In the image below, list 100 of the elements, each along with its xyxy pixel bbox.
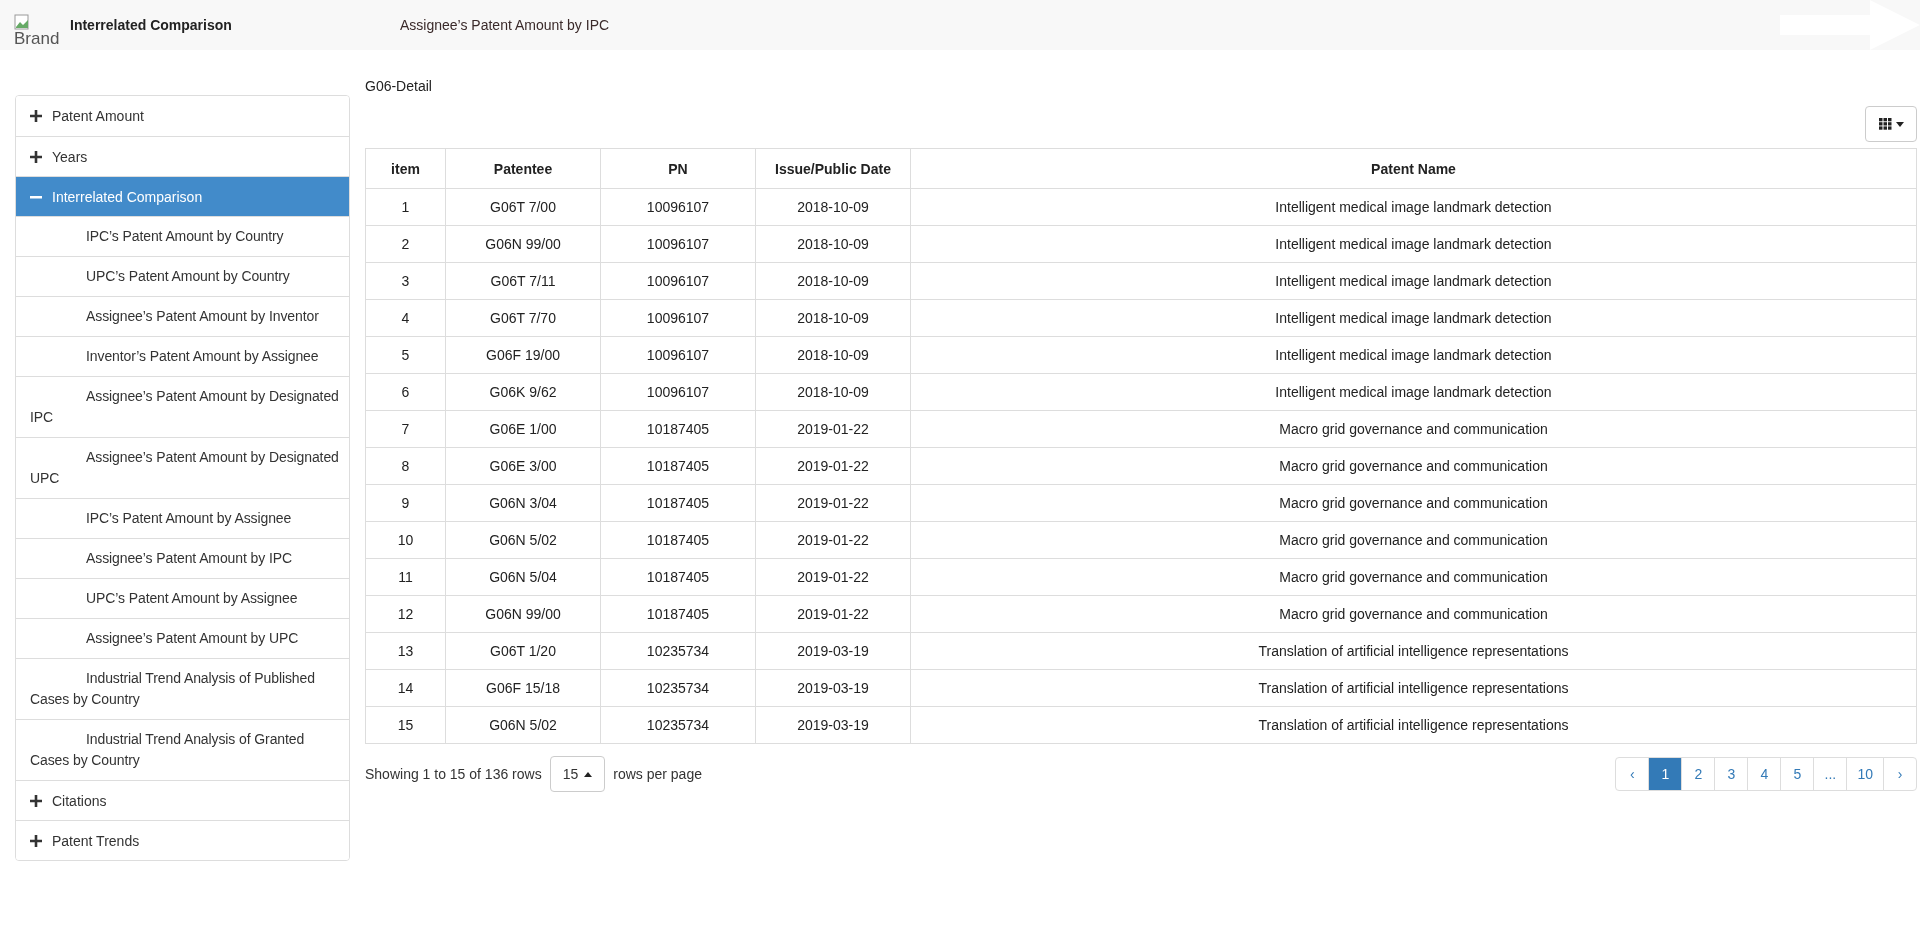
table-cell: 2019-01-22 — [755, 410, 911, 448]
table-cell: 13 — [365, 632, 446, 670]
table-cell: Intelligent medical image landmark detection — [910, 299, 1917, 337]
detail-title: G06-Detail — [365, 78, 433, 94]
table-cell: 2018-10-09 — [755, 336, 911, 374]
table-cell: 10235734 — [600, 669, 756, 707]
page-size-button[interactable]: 15 — [549, 756, 606, 792]
table-cell: 2019-03-19 — [755, 669, 911, 707]
table-cell: Macro grid governance and communication — [910, 558, 1917, 596]
sidebar-subitem[interactable]: UPC’s Patent Amount by Assignee — [16, 578, 349, 618]
table-cell: 14 — [365, 669, 446, 707]
table-cell: 2019-01-22 — [755, 447, 911, 485]
table-cell: 2018-10-09 — [755, 299, 911, 337]
table-cell: 10096107 — [600, 299, 756, 337]
page-link[interactable]: ... — [1813, 757, 1848, 791]
table-cell: 10187405 — [600, 558, 756, 596]
table-cell: 10187405 — [600, 595, 756, 633]
broken-image-icon — [14, 13, 30, 30]
rows-summary: Showing 1 to 15 of 136 rows — [365, 766, 542, 782]
table-cell: 2018-10-09 — [755, 373, 911, 411]
grid-icon — [1878, 118, 1892, 130]
caret-icon — [584, 771, 593, 777]
table-cell: 10096107 — [600, 262, 756, 300]
page-link[interactable]: 1 — [1648, 757, 1683, 791]
table-cell: Intelligent medical image landmark detection — [910, 336, 1917, 374]
table-cell: G06N 3/04 — [445, 484, 601, 522]
page-link[interactable]: 3 — [1714, 757, 1749, 791]
page-title: Interrelated Comparison — [70, 17, 233, 33]
table-cell: G06E 1/00 — [445, 410, 601, 448]
table-cell: G06F 15/18 — [445, 669, 601, 707]
table-cell: G06F 19/00 — [445, 336, 601, 374]
sidebar-subitem[interactable]: Assignee’s Patent Amount by Designated UPC — [16, 437, 349, 498]
table-cell: 10187405 — [600, 521, 756, 559]
sidebar-subitem[interactable]: Assignee’s Patent Amount by IPC — [16, 538, 349, 578]
table-cell: 10096107 — [600, 188, 756, 226]
table-cell: 10187405 — [600, 447, 756, 485]
page-link[interactable]: 5 — [1780, 757, 1815, 791]
table-cell: 5 — [365, 336, 446, 374]
table-cell: 2018-10-09 — [755, 225, 911, 263]
page-link[interactable]: › — [1883, 757, 1917, 791]
sidebar-subitem[interactable]: Inventor’s Patent Amount by Assignee — [16, 336, 349, 376]
table-cell: Intelligent medical image landmark detection — [910, 262, 1917, 300]
sidebar-subitem[interactable]: IPC’s Patent Amount by Country — [16, 216, 349, 256]
table-cell: Macro grid governance and communication — [910, 521, 1917, 559]
columns-button[interactable] — [1865, 106, 1917, 142]
table-cell: G06N 99/00 — [445, 595, 601, 633]
brand-alt-text: Brand — [14, 29, 60, 47]
table-cell: G06N 5/02 — [445, 706, 601, 744]
table-cell: Intelligent medical image landmark detection — [910, 188, 1917, 226]
column-header: Patentee — [445, 148, 601, 189]
table-cell: 2018-10-09 — [755, 188, 911, 226]
table-cell: G06E 3/00 — [445, 447, 601, 485]
table-cell: 15 — [365, 706, 446, 744]
table-cell: 10187405 — [600, 410, 756, 448]
table-cell: 7 — [365, 410, 446, 448]
table-cell: 2018-10-09 — [755, 262, 911, 300]
table-cell: G06K 9/62 — [445, 373, 601, 411]
table-cell: 9 — [365, 484, 446, 522]
page-link[interactable]: 2 — [1681, 757, 1716, 791]
table-cell: 6 — [365, 373, 446, 411]
sidebar-subitem[interactable]: Assignee’s Patent Amount by Inventor — [16, 296, 349, 336]
caret-icon — [1895, 121, 1904, 127]
table-cell: 4 — [365, 299, 446, 337]
table-cell: 2019-03-19 — [755, 706, 911, 744]
table-cell: Macro grid governance and communication — [910, 484, 1917, 522]
sidebar-item[interactable]: Patent Trends — [16, 820, 349, 860]
column-header: Patent Name — [910, 148, 1917, 189]
sidebar-item[interactable]: Interrelated Comparison — [16, 176, 349, 216]
sidebar-subitem[interactable]: Assignee’s Patent Amount by UPC — [16, 618, 349, 658]
column-header: Issue/Public Date — [755, 148, 911, 189]
table-cell: Translation of artificial intelligence representations — [910, 706, 1917, 744]
table-cell: 2019-01-22 — [755, 595, 911, 633]
table-cell: 2 — [365, 225, 446, 263]
table-cell: 2019-01-22 — [755, 521, 911, 559]
table-cell: 10235734 — [600, 632, 756, 670]
table-cell: 8 — [365, 447, 446, 485]
page-link[interactable]: 4 — [1747, 757, 1782, 791]
table-cell: 3 — [365, 262, 446, 300]
table-cell: G06T 7/00 — [445, 188, 601, 226]
table-cell: 11 — [365, 558, 446, 596]
table-cell: 2019-01-22 — [755, 558, 911, 596]
sidebar-subitem[interactable]: IPC’s Patent Amount by Assignee — [16, 498, 349, 538]
table-cell: 10096107 — [600, 225, 756, 263]
table-cell: Macro grid governance and communication — [910, 410, 1917, 448]
sidebar-subitem[interactable]: Industrial Trend Analysis of Published Cases by Country — [16, 658, 349, 719]
table-cell: 10235734 — [600, 706, 756, 744]
table-cell: G06T 7/70 — [445, 299, 601, 337]
sidebar-subitem[interactable]: UPC’s Patent Amount by Country — [16, 256, 349, 296]
table-cell: 10096107 — [600, 336, 756, 374]
table-cell: 2019-03-19 — [755, 632, 911, 670]
page-link[interactable]: 10 — [1846, 757, 1884, 791]
table-cell: Intelligent medical image landmark detection — [910, 373, 1917, 411]
sidebar-subitem[interactable]: Assignee’s Patent Amount by Designated IPC — [16, 376, 349, 437]
page-link[interactable]: ‹ — [1615, 757, 1650, 791]
column-header: item — [365, 148, 446, 189]
table-cell: 10096107 — [600, 373, 756, 411]
table-cell: G06N 99/00 — [445, 225, 601, 263]
table-cell: Intelligent medical image landmark detection — [910, 225, 1917, 263]
page-subtitle: Assignee’s Patent Amount by IPC — [400, 17, 610, 33]
table-cell: 2019-01-22 — [755, 484, 911, 522]
